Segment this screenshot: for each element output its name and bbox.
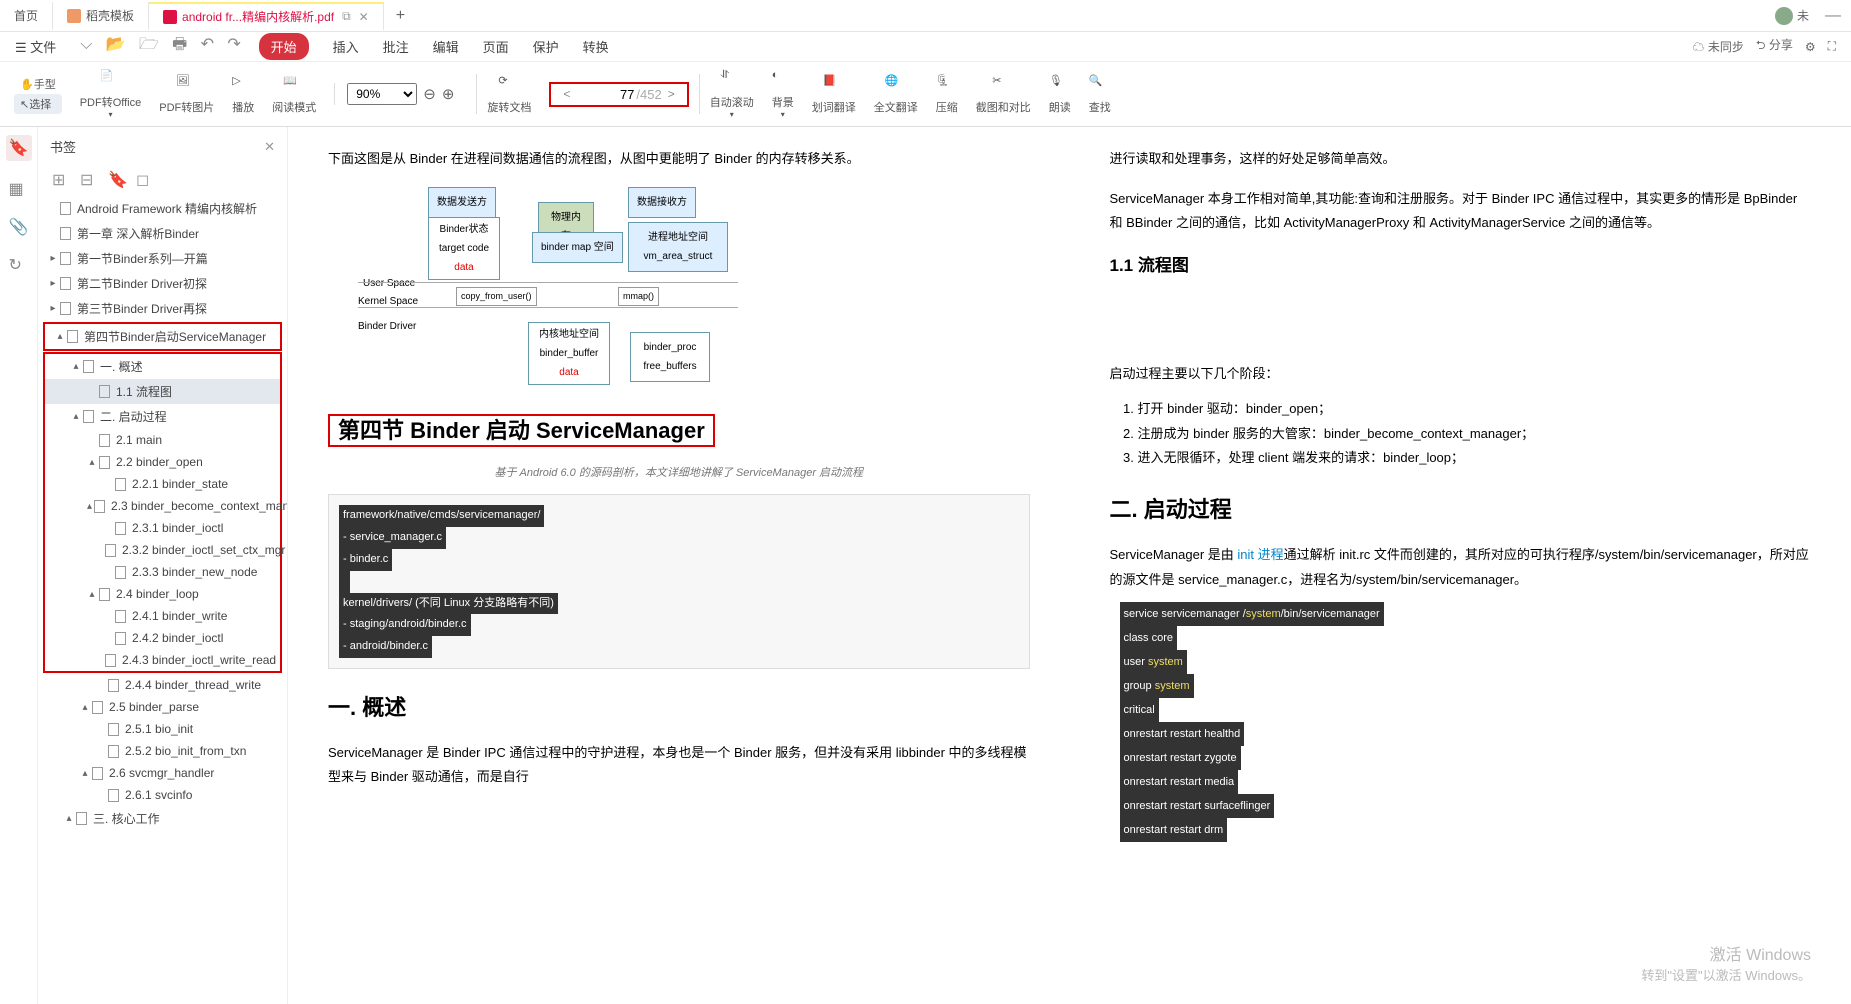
bookmark-item[interactable]: ▴三. 核心工作 — [38, 806, 287, 831]
menu-insert[interactable]: 插入 — [333, 37, 359, 56]
bookmark-item[interactable]: ▴第四节Binder启动ServiceManager — [45, 324, 280, 349]
close-icon[interactable]: ✕ — [359, 10, 369, 24]
bookmark-item[interactable]: 2.4.2 binder_ioctl — [45, 627, 280, 649]
menu-protect[interactable]: 保护 — [533, 37, 559, 56]
expand-all-icon[interactable]: ⊞ — [52, 170, 68, 186]
bookmark-icon[interactable]: 🔖 — [108, 170, 124, 186]
share-button[interactable]: ⮌ 分享 — [1756, 36, 1793, 57]
pdf-icon — [163, 10, 177, 24]
bookmark-item[interactable]: 第一章 深入解析Binder — [38, 221, 287, 246]
prev-page-button[interactable]: < — [557, 87, 576, 101]
rotate-button[interactable]: ⟳旋转文档 — [487, 74, 531, 115]
bookmark-item[interactable]: ▴二. 启动过程 — [45, 404, 280, 429]
bookmarks-title: 书签 — [50, 137, 76, 156]
bookmark-item[interactable]: ▴2.6 svcmgr_handler — [38, 762, 287, 784]
history-nav-icon[interactable]: ↻ — [9, 255, 29, 275]
bookmark-item[interactable]: ▴2.3 binder_become_context_manager — [45, 495, 280, 517]
dict-button[interactable]: 📕划词翻译 — [812, 74, 856, 115]
play-button[interactable]: ▷播放 — [232, 74, 254, 115]
zoom-select[interactable]: 90% — [347, 83, 417, 105]
bookmark-item[interactable]: ▴2.4 binder_loop — [45, 583, 280, 605]
stages-list: 打开 binder 驱动：binder_open；注册成为 binder 服务的… — [1110, 397, 1812, 471]
bookmark-item[interactable]: 2.3.1 binder_ioctl — [45, 517, 280, 539]
bookmark-item[interactable]: 2.5.1 bio_init — [38, 718, 287, 740]
collapse-all-icon[interactable]: ⊟ — [80, 170, 96, 186]
tab-bar: 首页 稻壳模板 android fr...精编内核解析.pdf⧉✕ + 未 — — [0, 0, 1851, 32]
compress-button[interactable]: 🗜压缩 — [936, 74, 958, 115]
new-tab-button[interactable]: + — [384, 7, 417, 25]
bookmark-item[interactable]: Android Framework 精编内核解析 — [38, 196, 287, 221]
bookmark-item[interactable]: ▸第三节Binder Driver再探 — [38, 296, 287, 321]
select-tool[interactable]: ↖ 选择 — [14, 94, 62, 114]
sync-status[interactable]: ☁ 未同步 — [1693, 38, 1744, 55]
menu-page[interactable]: 页面 — [483, 37, 509, 56]
bookmark-item[interactable]: ▸第二节Binder Driver初探 — [38, 271, 287, 296]
minimize-button[interactable]: — — [1825, 7, 1841, 25]
bookmark-tree: Android Framework 精编内核解析第一章 深入解析Binder▸第… — [38, 196, 287, 831]
user-name: 未 — [1797, 7, 1809, 24]
windows-watermark: 激活 Windows 转到"设置"以激活 Windows。 — [1641, 941, 1811, 984]
page-input-group: < /452 > — [549, 82, 688, 107]
background-button[interactable]: ◐背景▾ — [772, 69, 794, 119]
zoom-in-icon[interactable]: ⊕ — [442, 85, 455, 103]
tab-active-file[interactable]: android fr...精编内核解析.pdf⧉✕ — [149, 2, 384, 30]
menu-convert[interactable]: 转换 — [583, 37, 609, 56]
template-icon — [67, 9, 81, 23]
menu-edit[interactable]: 编辑 — [433, 37, 459, 56]
bookmark-item[interactable]: 2.3.2 binder_ioctl_set_ctx_mgr — [45, 539, 280, 561]
bookmark-item[interactable]: 2.4.3 binder_ioctl_write_read — [45, 649, 280, 671]
hand-tool[interactable]: ✋ 手型 — [14, 74, 62, 94]
fulltrans-button[interactable]: 🌐全文翻译 — [874, 74, 918, 115]
binder-diagram: 数据发送方 物理内存 数据接收方 Binder状态target codedata… — [328, 182, 1030, 392]
bookmark-item[interactable]: ▴一. 概述 — [45, 354, 280, 379]
pdf-to-office-button[interactable]: 📄PDF转Office▾ — [80, 69, 142, 119]
menu-review[interactable]: 批注 — [383, 37, 409, 56]
bookmark-item[interactable]: 2.6.1 svcinfo — [38, 784, 287, 806]
bookmark-item[interactable]: 2.5.2 bio_init_from_txn — [38, 740, 287, 762]
next-page-button[interactable]: > — [662, 87, 681, 101]
attachment-nav-icon[interactable]: 📎 — [9, 217, 29, 237]
tab-home[interactable]: 首页 — [0, 2, 53, 30]
bookmark-nav-icon[interactable]: 🔖 — [6, 135, 32, 161]
page-total: /452 — [636, 87, 661, 102]
bookmark-item[interactable]: 2.3.3 binder_new_node — [45, 561, 280, 583]
duplicate-icon[interactable]: ⧉ — [342, 9, 351, 24]
bookmark-item[interactable]: ▸第一节Binder系列—开篇 — [38, 246, 287, 271]
readaloud-button[interactable]: 🎙朗读 — [1049, 74, 1071, 115]
thumbnails-nav-icon[interactable]: ▦ — [9, 179, 29, 199]
page-number-input[interactable] — [576, 87, 636, 102]
pdf-to-image-button[interactable]: 🖼PDF转图片 — [159, 74, 214, 115]
bookmarks-panel: 书签 ✕ ⊞ ⊟ 🔖 ◻ Android Framework 精编内核解析第一章 … — [38, 127, 288, 1004]
menu-bar: ☰ 文件 ⌵ 📂 🗁 🖶 ↶ ↷ 开始 插入 批注 编辑 页面 保护 转换 ☁ … — [0, 32, 1851, 62]
screenshot-button[interactable]: ✂截图和对比 — [976, 74, 1031, 115]
bookmark-item[interactable]: 2.4.4 binder_thread_write — [38, 674, 287, 696]
appearance-icon[interactable]: ⛶ — [1828, 39, 1836, 54]
code-block-2: service servicemanager /system/bin/servi… — [1110, 592, 1812, 852]
read-mode-button[interactable]: 📖阅读模式 — [272, 74, 316, 115]
bookmark-item[interactable]: ▴2.5 binder_parse — [38, 696, 287, 718]
toolbar: ✋ 手型 ↖ 选择 📄PDF转Office▾ 🖼PDF转图片 ▷播放 📖阅读模式… — [0, 62, 1851, 127]
bookmark-item[interactable]: 2.1 main — [45, 429, 280, 451]
bookmark-item[interactable]: 2.2.1 binder_state — [45, 473, 280, 495]
find-button[interactable]: 🔍查找 — [1089, 74, 1111, 115]
bookmark-item[interactable]: 2.4.1 binder_write — [45, 605, 280, 627]
settings-icon[interactable]: ⚙ — [1805, 40, 1816, 54]
document-content: 下面这图是从 Binder 在进程间数据通信的流程图，从图中更能明了 Binde… — [288, 127, 1851, 1004]
bookmark-item[interactable]: ▴2.2 binder_open — [45, 451, 280, 473]
menu-start[interactable]: 开始 — [259, 33, 309, 60]
menu-file[interactable]: ☰ 文件 — [15, 37, 56, 56]
close-panel-icon[interactable]: ✕ — [264, 139, 275, 155]
zoom-out-icon[interactable]: ⊖ — [423, 85, 436, 103]
bookmark-item[interactable]: 1.1 流程图 — [45, 379, 280, 404]
page-left: 下面这图是从 Binder 在进程间数据通信的流程图，从图中更能明了 Binde… — [288, 127, 1070, 1004]
code-block-1: framework/native/cmds/servicemanager/ - … — [328, 494, 1030, 669]
avatar[interactable] — [1775, 7, 1793, 25]
tab-template[interactable]: 稻壳模板 — [53, 2, 149, 30]
section-heading: 第四节 Binder 启动 ServiceManager — [328, 410, 1030, 452]
sidebar-nav: 🔖 ▦ 📎 ↻ — [0, 127, 38, 1004]
init-process-link[interactable]: init 进程 — [1237, 547, 1283, 562]
page-right: 进行读取和处理事务，这样的好处足够简单高效。 ServiceManager 本身… — [1070, 127, 1851, 1004]
autoscroll-button[interactable]: ⥯自动滚动▾ — [710, 69, 754, 119]
bookmark-outline-icon[interactable]: ◻ — [136, 170, 152, 186]
